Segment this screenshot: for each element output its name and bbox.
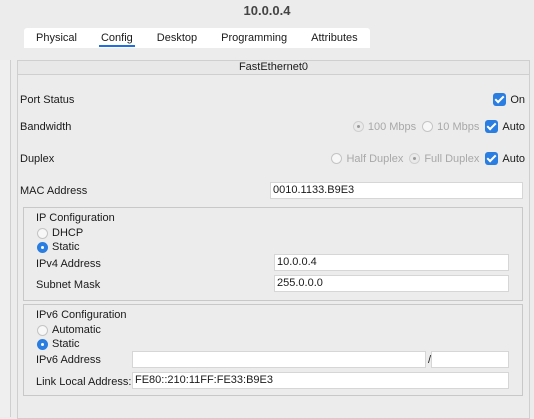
bandwidth-100-option[interactable]: 100 Mbps [352, 120, 417, 133]
window-title: 10.0.0.4 [243, 3, 291, 18]
port-status-label: Port Status [20, 94, 75, 106]
duplex-full-option[interactable]: Full Duplex [409, 153, 479, 165]
link-local-label: Link Local Address: [36, 376, 132, 388]
ipv4-address-field[interactable]: 10.0.0.4 [274, 254, 509, 271]
ipv4-static-label: Static [52, 241, 80, 253]
bandwidth-row: Bandwidth 100 Mbps 10 Mbps Auto [20, 119, 525, 135]
ipv6-address-field[interactable] [132, 351, 426, 368]
duplex-half-radio[interactable] [331, 153, 343, 164]
bandwidth-100-label: 100 Mbps [367, 120, 417, 133]
bandwidth-10-label: 10 Mbps [437, 120, 480, 133]
subnet-mask-field[interactable]: 255.0.0.0 [274, 275, 509, 292]
tab-programming[interactable]: Programming [209, 28, 299, 48]
ipv6-static-label: Static [52, 338, 80, 350]
ipv4-static-option[interactable]: Static [37, 241, 80, 253]
interface-name: FastEthernet0 [18, 61, 529, 75]
bandwidth-10-radio[interactable] [422, 121, 434, 132]
bandwidth-auto-label: Auto [502, 120, 525, 133]
ipv6-config-group: IPv6 Configuration Automatic Static IPv6… [23, 304, 523, 396]
subnet-mask-label: Subnet Mask [36, 279, 101, 291]
ipv4-config-title: IP Configuration [36, 212, 115, 224]
tab-desktop[interactable]: Desktop [145, 28, 209, 48]
interface-config-panel: FastEthernet0 Port Status On Bandwidth 1… [17, 60, 530, 419]
tab-physical[interactable]: Physical [24, 28, 89, 48]
bandwidth-100-radio[interactable] [352, 121, 364, 132]
port-status-row: Port Status On [20, 92, 525, 108]
bandwidth-label: Bandwidth [20, 121, 72, 133]
ipv6-automatic-option[interactable]: Automatic [37, 324, 101, 336]
left-sidebar-pane [0, 60, 11, 417]
ipv6-address-label: IPv6 Address [36, 354, 101, 366]
port-status-checkbox[interactable] [493, 93, 507, 106]
ipv6-config-title: IPv6 Configuration [36, 309, 127, 321]
ipv4-dhcp-label: DHCP [52, 227, 84, 239]
tab-bar: Physical Config Desktop Programming Attr… [24, 28, 370, 48]
mac-address-label: MAC Address [20, 185, 88, 197]
tab-attributes[interactable]: Attributes [299, 28, 369, 48]
duplex-label: Duplex [20, 153, 55, 165]
bandwidth-10-option[interactable]: 10 Mbps [422, 121, 479, 133]
duplex-full-label: Full Duplex [424, 152, 480, 165]
ipv6-static-option[interactable]: Static [37, 338, 80, 350]
ipv4-dhcp-option[interactable]: DHCP [37, 227, 83, 239]
duplex-full-radio[interactable] [409, 153, 421, 164]
ipv6-automatic-radio[interactable] [37, 324, 48, 336]
duplex-auto-label: Auto [502, 152, 525, 165]
ipv4-address-label: IPv4 Address [36, 258, 101, 270]
duplex-auto-checkbox[interactable] [485, 152, 499, 165]
ipv6-prefix-field[interactable] [431, 351, 509, 368]
ipv6-automatic-label: Automatic [52, 324, 101, 336]
ipv6-static-radio[interactable] [37, 338, 48, 350]
mac-address-field[interactable]: 0010.1133.B9E3 [270, 182, 523, 199]
duplex-row: Duplex Half Duplex Full Duplex Auto [20, 151, 525, 167]
tab-config[interactable]: Config [89, 28, 145, 48]
duplex-half-label: Half Duplex [346, 152, 404, 165]
port-status-on-label: On [510, 93, 525, 106]
ipv4-dhcp-radio[interactable] [37, 227, 48, 239]
bandwidth-auto-option[interactable]: Auto [485, 120, 525, 133]
duplex-auto-option[interactable]: Auto [485, 152, 525, 165]
bandwidth-auto-checkbox[interactable] [485, 120, 499, 133]
link-local-address-field[interactable]: FE80::210:11FF:FE33:B9E3 [132, 372, 509, 389]
ipv4-static-radio[interactable] [37, 241, 48, 253]
ipv4-config-group: IP Configuration DHCP Static IPv4 Addres… [23, 207, 523, 301]
duplex-half-option[interactable]: Half Duplex [331, 153, 403, 165]
